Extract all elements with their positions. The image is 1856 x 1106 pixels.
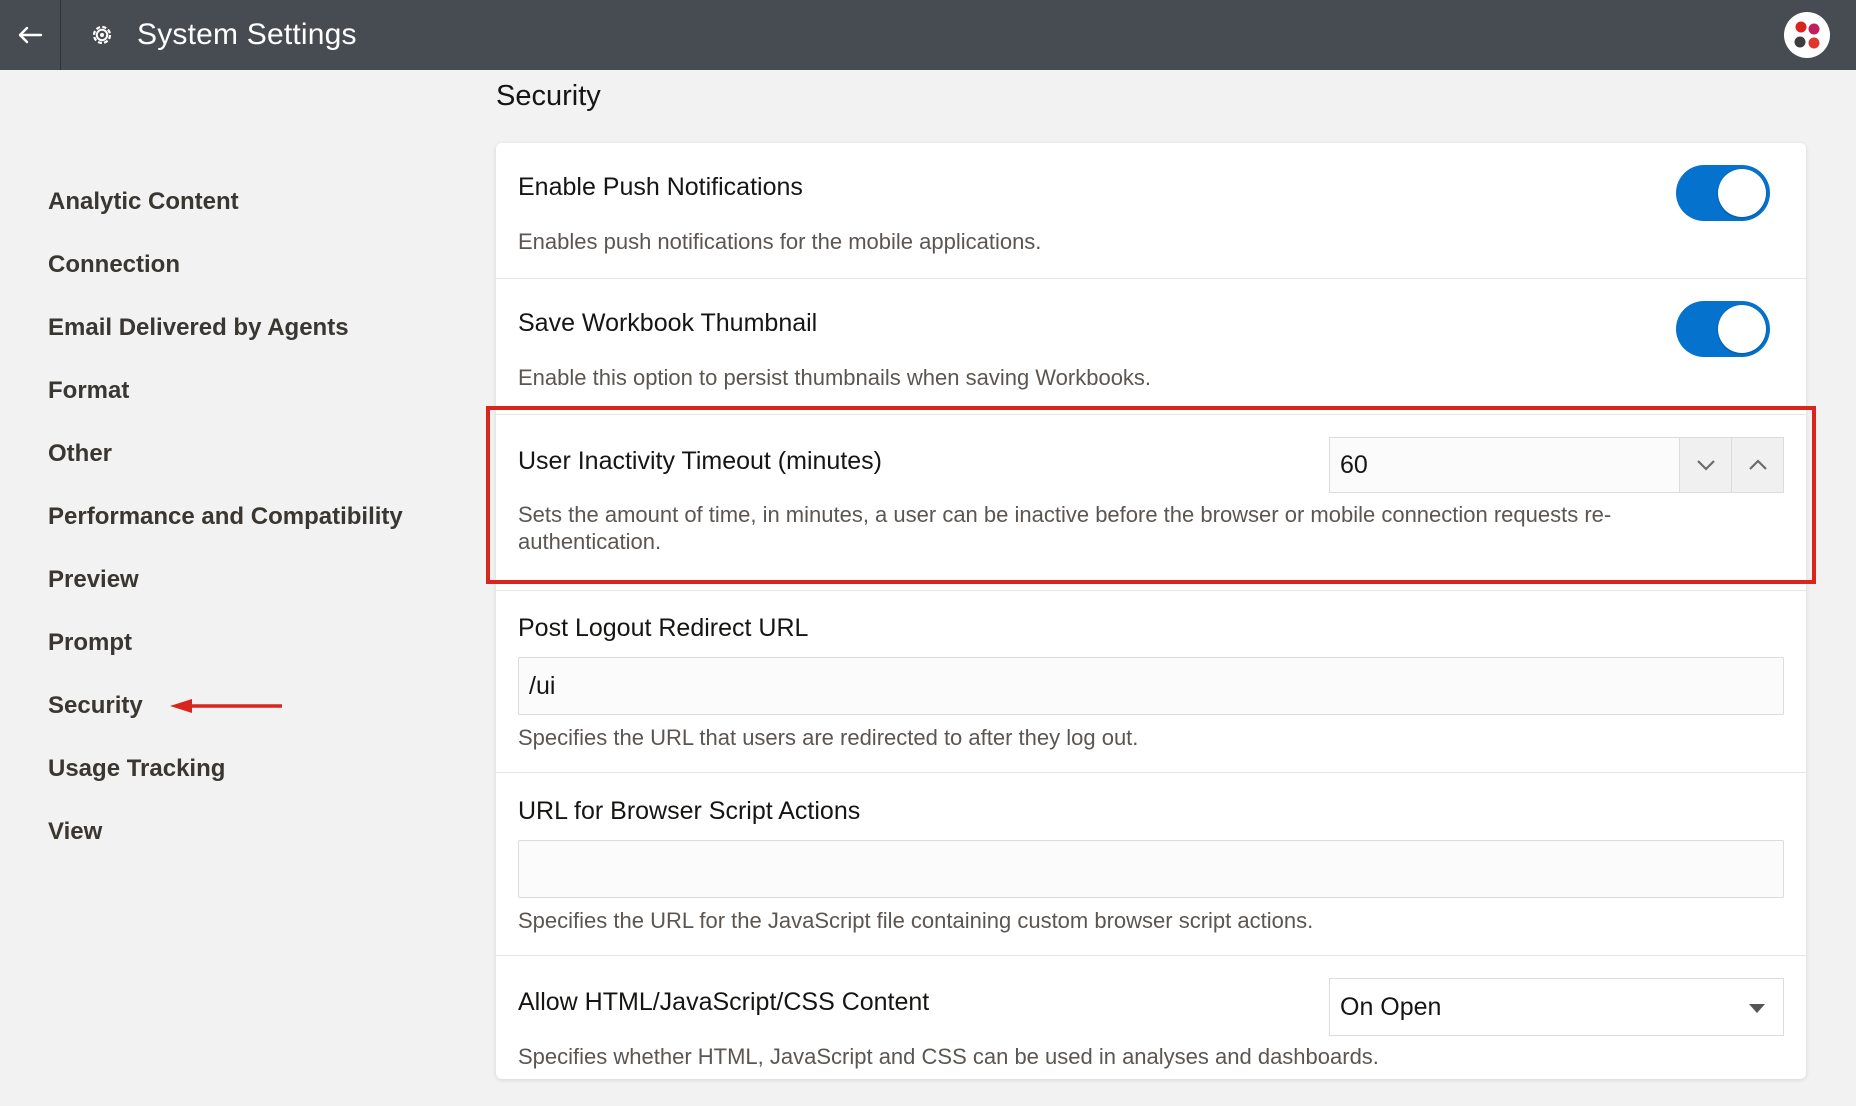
back-button[interactable]: [0, 0, 61, 70]
setting-row-push-notifications: Enable Push Notifications Enables push n…: [496, 143, 1806, 279]
setting-description: Specifies whether HTML, JavaScript and C…: [518, 1044, 1379, 1069]
setting-title: User Inactivity Timeout (minutes): [518, 447, 882, 475]
sidebar-item-view[interactable]: View: [48, 800, 448, 863]
sidebar-item-label: View: [48, 818, 103, 845]
settings-card: Enable Push Notifications Enables push n…: [496, 143, 1806, 1079]
setting-description: Sets the amount of time, in minutes, a u…: [518, 502, 1612, 554]
setting-description: Specifies the URL that users are redirec…: [518, 725, 1139, 750]
setting-title: Post Logout Redirect URL: [518, 614, 809, 642]
setting-description: Enables push notifications for the mobil…: [518, 229, 1042, 254]
allow-html-content-select[interactable]: On Open: [1329, 978, 1784, 1036]
push-notifications-toggle[interactable]: [1676, 165, 1770, 221]
sidebar-item-preview[interactable]: Preview: [48, 548, 448, 611]
sidebar-item-label: Connection: [48, 251, 180, 278]
chevron-down-icon: [1696, 460, 1715, 471]
section-title: Security: [496, 80, 601, 112]
sidebar-item-label: Usage Tracking: [48, 755, 226, 782]
settings-sidebar: Analytic Content Connection Email Delive…: [48, 170, 448, 863]
browser-script-url-input[interactable]: [518, 840, 1784, 898]
gear-icon: [89, 22, 115, 48]
setting-row-allow-html-content: Allow HTML/JavaScript/CSS Content On Ope…: [496, 956, 1806, 1079]
sidebar-item-label: Security: [48, 692, 143, 719]
annotation-arrow-icon: [170, 699, 282, 713]
brand-logo[interactable]: [1784, 12, 1830, 58]
logo-icon: [1794, 21, 1820, 49]
inactivity-timeout-input[interactable]: [1330, 438, 1679, 492]
sidebar-item-connection[interactable]: Connection: [48, 233, 448, 296]
setting-title: URL for Browser Script Actions: [518, 797, 861, 825]
arrow-left-icon: [18, 26, 43, 44]
select-value: On Open: [1340, 993, 1442, 1021]
setting-description: Specifies the URL for the JavaScript fil…: [518, 908, 1314, 933]
sidebar-item-other[interactable]: Other: [48, 422, 448, 485]
toggle-knob: [1718, 169, 1766, 217]
setting-row-inactivity-timeout: User Inactivity Timeout (minutes) Sets t…: [496, 415, 1806, 591]
post-logout-url-input[interactable]: [518, 657, 1784, 715]
setting-title: Save Workbook Thumbnail: [518, 309, 818, 337]
sidebar-item-label: Prompt: [48, 629, 132, 656]
page-title: System Settings: [137, 18, 357, 51]
setting-title: Enable Push Notifications: [518, 173, 803, 201]
sidebar-item-label: Preview: [48, 566, 139, 593]
sidebar-item-label: Email Delivered by Agents: [48, 314, 349, 341]
sidebar-item-label: Other: [48, 440, 113, 467]
setting-row-workbook-thumbnail: Save Workbook Thumbnail Enable this opti…: [496, 279, 1806, 415]
sidebar-item-prompt[interactable]: Prompt: [48, 611, 448, 674]
sidebar-item-performance-and-compatibility[interactable]: Performance and Compatibility: [48, 485, 448, 548]
decrement-button[interactable]: [1679, 438, 1731, 492]
setting-row-browser-script-url: URL for Browser Script Actions Specifies…: [496, 773, 1806, 956]
sidebar-item-email-delivered-by-agents[interactable]: Email Delivered by Agents: [48, 296, 448, 359]
sidebar-item-security[interactable]: Security: [48, 674, 448, 737]
increment-button[interactable]: [1731, 438, 1783, 492]
sidebar-item-label: Analytic Content: [48, 188, 239, 215]
sidebar-item-label: Format: [48, 377, 130, 404]
sidebar-item-label: Performance and Compatibility: [48, 503, 403, 530]
sidebar-item-analytic-content[interactable]: Analytic Content: [48, 170, 448, 233]
caret-down-icon: [1749, 1004, 1765, 1013]
sidebar-item-format[interactable]: Format: [48, 359, 448, 422]
chevron-up-icon: [1748, 459, 1767, 470]
workbook-thumbnail-toggle[interactable]: [1676, 301, 1770, 357]
setting-row-post-logout-url: Post Logout Redirect URL Specifies the U…: [496, 591, 1806, 773]
toggle-knob: [1718, 305, 1766, 353]
setting-description: Enable this option to persist thumbnails…: [518, 365, 1152, 390]
sidebar-item-usage-tracking[interactable]: Usage Tracking: [48, 737, 448, 800]
setting-title: Allow HTML/JavaScript/CSS Content: [518, 988, 930, 1016]
app-header: System Settings: [0, 0, 1856, 70]
inactivity-timeout-stepper: [1329, 437, 1784, 493]
